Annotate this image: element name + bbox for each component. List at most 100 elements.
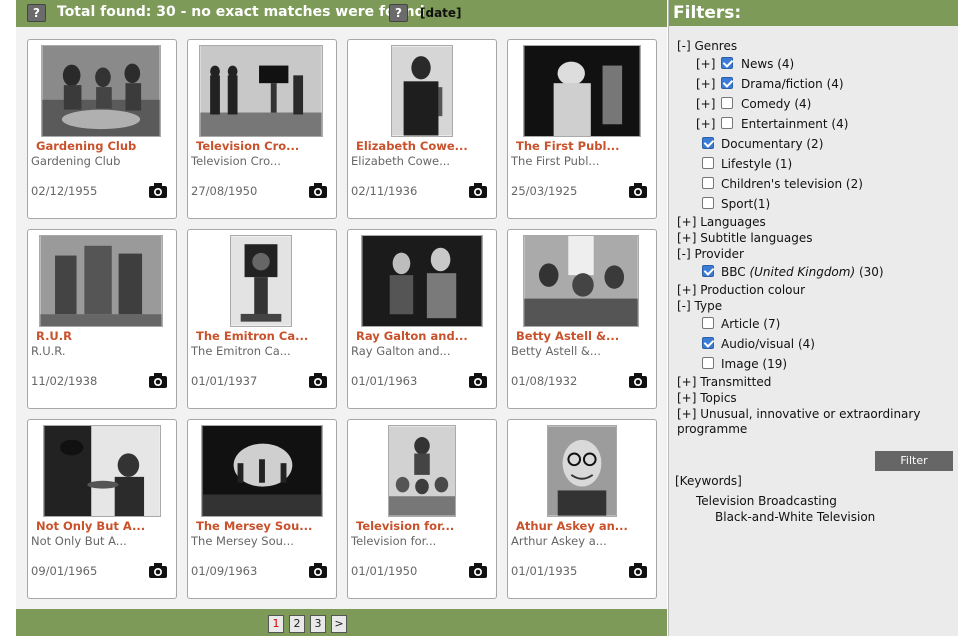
help-icon[interactable]: ? [27, 4, 46, 22]
drama-label: Drama/fiction (4) [741, 77, 844, 91]
thumbnail-image[interactable] [361, 235, 483, 327]
sort-help-icon[interactable]: ? [389, 4, 408, 22]
card-date: 01/01/1935 [511, 564, 578, 578]
childrens-tv-label: Children's television (2) [721, 177, 863, 191]
result-card[interactable]: Gardening Club Gardening Club 02/12/1955 [27, 39, 177, 219]
result-card[interactable]: Elizabeth Cowe... Elizabeth Cowe... 02/1… [347, 39, 497, 219]
thumbnail-image[interactable] [391, 45, 453, 137]
card-date: 01/01/1963 [351, 374, 418, 388]
keyword-television-broadcasting[interactable]: Television Broadcasting [696, 494, 837, 509]
result-card[interactable]: The Emitron Ca... The Emitron Ca... 01/0… [187, 229, 337, 409]
filter-button[interactable]: Filter [875, 451, 953, 471]
audio-visual-checkbox[interactable] [702, 337, 714, 349]
page-2-button[interactable]: 2 [289, 615, 305, 633]
type-toggle[interactable]: [-] Type [677, 299, 722, 314]
results-panel: ? Total found: 30 - no exact matches wer… [16, 0, 667, 636]
comedy-checkbox[interactable] [721, 97, 733, 109]
result-card[interactable]: Television for... Television for... 01/0… [347, 419, 497, 599]
result-card[interactable]: Betty Astell &... Betty Astell &... 01/0… [507, 229, 657, 409]
result-card[interactable]: R.U.R R.U.R. 11/02/1938 [27, 229, 177, 409]
card-title[interactable]: Television Cro... [196, 139, 334, 153]
entertainment-checkbox[interactable] [721, 117, 733, 129]
thumbnail-image[interactable] [39, 235, 163, 327]
card-title[interactable]: Betty Astell &... [516, 329, 654, 343]
camera-icon [309, 563, 327, 578]
thumbnail-image[interactable] [43, 425, 161, 517]
transmitted-toggle[interactable]: [+] Transmitted [677, 375, 771, 390]
card-title[interactable]: Not Only But A... [36, 519, 174, 533]
card-subtitle: The Mersey Sou... [191, 534, 294, 548]
card-title[interactable]: The First Publ... [516, 139, 654, 153]
card-subtitle: Not Only But A... [31, 534, 127, 548]
thumbnail-image[interactable] [547, 425, 617, 517]
camera-icon [309, 183, 327, 198]
result-card[interactable]: The Mersey Sou... The Mersey Sou... 01/0… [187, 419, 337, 599]
result-card[interactable]: Not Only But A... Not Only But A... 09/0… [27, 419, 177, 599]
article-checkbox[interactable] [702, 317, 714, 329]
keyword-black-and-white-television[interactable]: Black-and-White Television [715, 510, 875, 525]
documentary-label: Documentary (2) [721, 137, 824, 151]
card-title[interactable]: Gardening Club [36, 139, 174, 153]
result-card[interactable]: Athur Askey an... Arthur Askey a... 01/0… [507, 419, 657, 599]
childrens-tv-checkbox[interactable] [702, 177, 714, 189]
lifestyle-checkbox[interactable] [702, 157, 714, 169]
card-title[interactable]: Television for... [356, 519, 494, 533]
thumbnail-image[interactable] [201, 425, 323, 517]
result-card[interactable]: Ray Galton and... Ray Galton and... 01/0… [347, 229, 497, 409]
genres-toggle[interactable]: [-] Genres [677, 39, 737, 54]
sport-checkbox[interactable] [702, 197, 714, 209]
production-colour-toggle[interactable]: [+] Production colour [677, 283, 805, 298]
camera-icon [309, 373, 327, 388]
subtitle-languages-toggle[interactable]: [+] Subtitle languages [677, 231, 812, 246]
card-subtitle: Gardening Club [31, 154, 121, 168]
thumbnail-image[interactable] [41, 45, 161, 137]
languages-toggle[interactable]: [+] Languages [677, 215, 766, 230]
card-date: 02/12/1955 [31, 184, 98, 198]
news-checkbox[interactable] [721, 57, 733, 69]
image-checkbox[interactable] [702, 357, 714, 369]
lifestyle-label: Lifestyle (1) [721, 157, 793, 171]
unusual-toggle-continued[interactable]: programme [677, 422, 747, 437]
thumbnail-image[interactable] [523, 235, 639, 327]
camera-icon [629, 183, 647, 198]
card-title[interactable]: The Mersey Sou... [196, 519, 334, 533]
page-1-button[interactable]: 1 [268, 615, 284, 633]
next-page-button[interactable]: > [331, 615, 347, 633]
thumbnail-image[interactable] [523, 45, 641, 137]
camera-icon [149, 373, 167, 388]
card-subtitle: Elizabeth Cowe... [351, 154, 451, 168]
card-date: 01/08/1932 [511, 374, 578, 388]
sort-date-link[interactable]: [date] [420, 5, 462, 21]
card-title[interactable]: The Emitron Ca... [196, 329, 334, 343]
topics-toggle[interactable]: [+] Topics [677, 391, 737, 406]
provider-toggle[interactable]: [-] Provider [677, 247, 744, 262]
result-card[interactable]: The First Publ... The First Publ... 25/0… [507, 39, 657, 219]
bbc-checkbox[interactable] [702, 265, 714, 277]
unusual-toggle[interactable]: [+] Unusual, innovative or extraordinary [677, 407, 920, 422]
drama-expander[interactable]: [+] [696, 77, 715, 92]
thumbnail-image[interactable] [388, 425, 456, 517]
entertainment-expander[interactable]: [+] [696, 117, 715, 132]
card-subtitle: Television for... [351, 534, 437, 548]
thumbnail-image[interactable] [199, 45, 323, 137]
drama-checkbox[interactable] [721, 77, 733, 89]
provider-count: (30) [858, 265, 884, 279]
card-date: 09/01/1965 [31, 564, 98, 578]
card-title[interactable]: Athur Askey an... [516, 519, 654, 533]
card-date: 02/11/1936 [351, 184, 418, 198]
documentary-checkbox[interactable] [702, 137, 714, 149]
card-subtitle: R.U.R. [31, 344, 66, 358]
card-title[interactable]: Ray Galton and... [356, 329, 494, 343]
article-label: Article (7) [721, 317, 781, 331]
camera-icon [469, 563, 487, 578]
news-expander[interactable]: [+] [696, 57, 715, 72]
page-3-button[interactable]: 3 [310, 615, 326, 633]
card-subtitle: Television Cro... [191, 154, 281, 168]
comedy-expander[interactable]: [+] [696, 97, 715, 112]
thumbnail-image[interactable] [230, 235, 292, 327]
result-card[interactable]: Television Cro... Television Cro... 27/0… [187, 39, 337, 219]
camera-icon [629, 373, 647, 388]
card-title[interactable]: Elizabeth Cowe... [356, 139, 494, 153]
audio-visual-label: Audio/visual (4) [721, 337, 815, 351]
card-title[interactable]: R.U.R [36, 329, 174, 343]
